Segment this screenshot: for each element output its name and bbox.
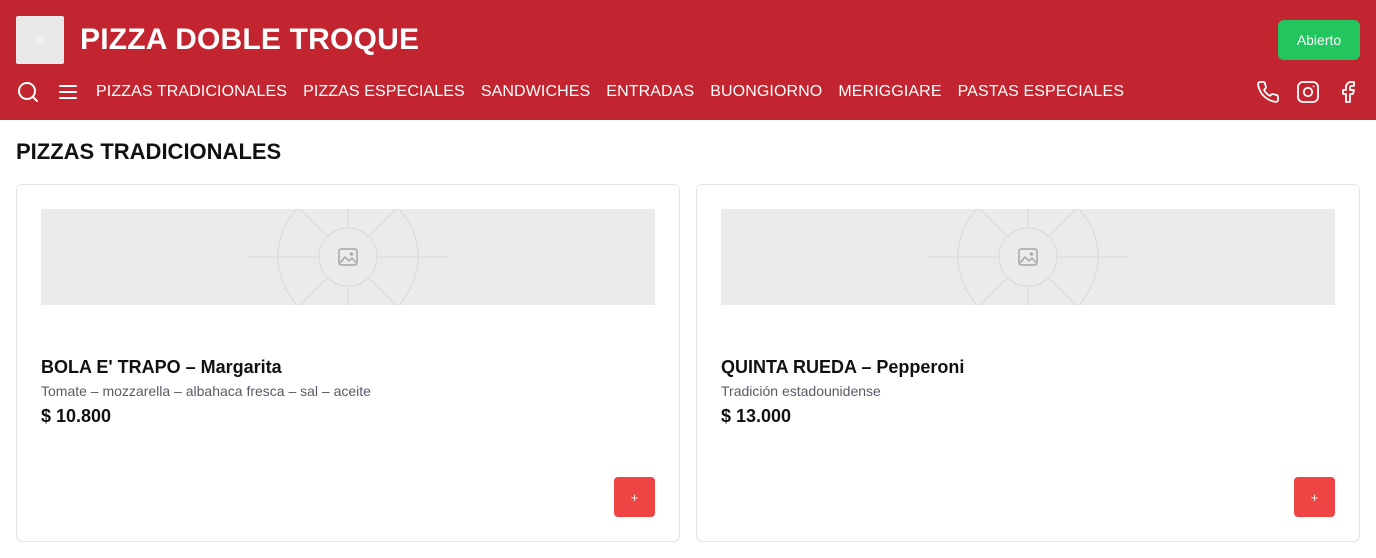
product-name: BOLA E' TRAPO – Margarita bbox=[41, 357, 282, 377]
image-icon bbox=[1018, 248, 1038, 266]
logo bbox=[16, 16, 64, 64]
nav-item-pizzas-especiales[interactable]: PIZZAS ESPECIALES bbox=[303, 81, 465, 103]
search-icon[interactable] bbox=[16, 80, 40, 104]
product-card[interactable]: QUINTA RUEDA – Pepperoni Tradición estad… bbox=[696, 184, 1360, 542]
product-price: $ 10.800 bbox=[41, 406, 112, 426]
nav-item-sandwiches[interactable]: SANDWICHES bbox=[481, 81, 590, 103]
product-price: $ 13.000 bbox=[721, 406, 792, 426]
product-description: Tomate – mozzarella – albahaca fresca – … bbox=[41, 383, 371, 399]
add-to-cart-button[interactable]: + bbox=[614, 477, 655, 517]
brand-name: PIZZA DOBLE TROQUE bbox=[80, 23, 420, 56]
product-card[interactable]: BOLA E' TRAPO – Margarita Tomate – mozza… bbox=[16, 184, 680, 542]
header: PIZZA DOBLE TROQUE Abierto PIZZAS TRADIC… bbox=[0, 0, 1376, 120]
nav-item-buongiorno[interactable]: BUONGIORNO bbox=[710, 81, 822, 103]
product-image-placeholder bbox=[721, 209, 1335, 305]
category-nav: PIZZAS TRADICIONALES PIZZAS ESPECIALES S… bbox=[96, 81, 1124, 103]
nav-item-pastas-especiales[interactable]: PASTAS ESPECIALES bbox=[958, 81, 1125, 103]
nav-item-entradas[interactable]: ENTRADAS bbox=[606, 81, 694, 103]
nav-item-meriggiare[interactable]: MERIGGIARE bbox=[838, 81, 941, 103]
product-name: QUINTA RUEDA – Pepperoni bbox=[721, 357, 965, 377]
menu-icon[interactable] bbox=[56, 80, 80, 104]
open-status-button[interactable]: Abierto bbox=[1278, 20, 1360, 60]
add-to-cart-button[interactable]: + bbox=[1294, 477, 1335, 517]
facebook-icon[interactable] bbox=[1336, 80, 1360, 104]
section-title: PIZZAS TRADICIONALES bbox=[16, 139, 282, 164]
instagram-icon[interactable] bbox=[1296, 80, 1320, 104]
phone-icon[interactable] bbox=[1256, 80, 1280, 104]
image-icon bbox=[338, 248, 358, 266]
product-image-placeholder bbox=[41, 209, 655, 305]
nav-item-pizzas-tradicionales[interactable]: PIZZAS TRADICIONALES bbox=[96, 81, 287, 103]
product-description: Tradición estadounidense bbox=[721, 383, 881, 399]
